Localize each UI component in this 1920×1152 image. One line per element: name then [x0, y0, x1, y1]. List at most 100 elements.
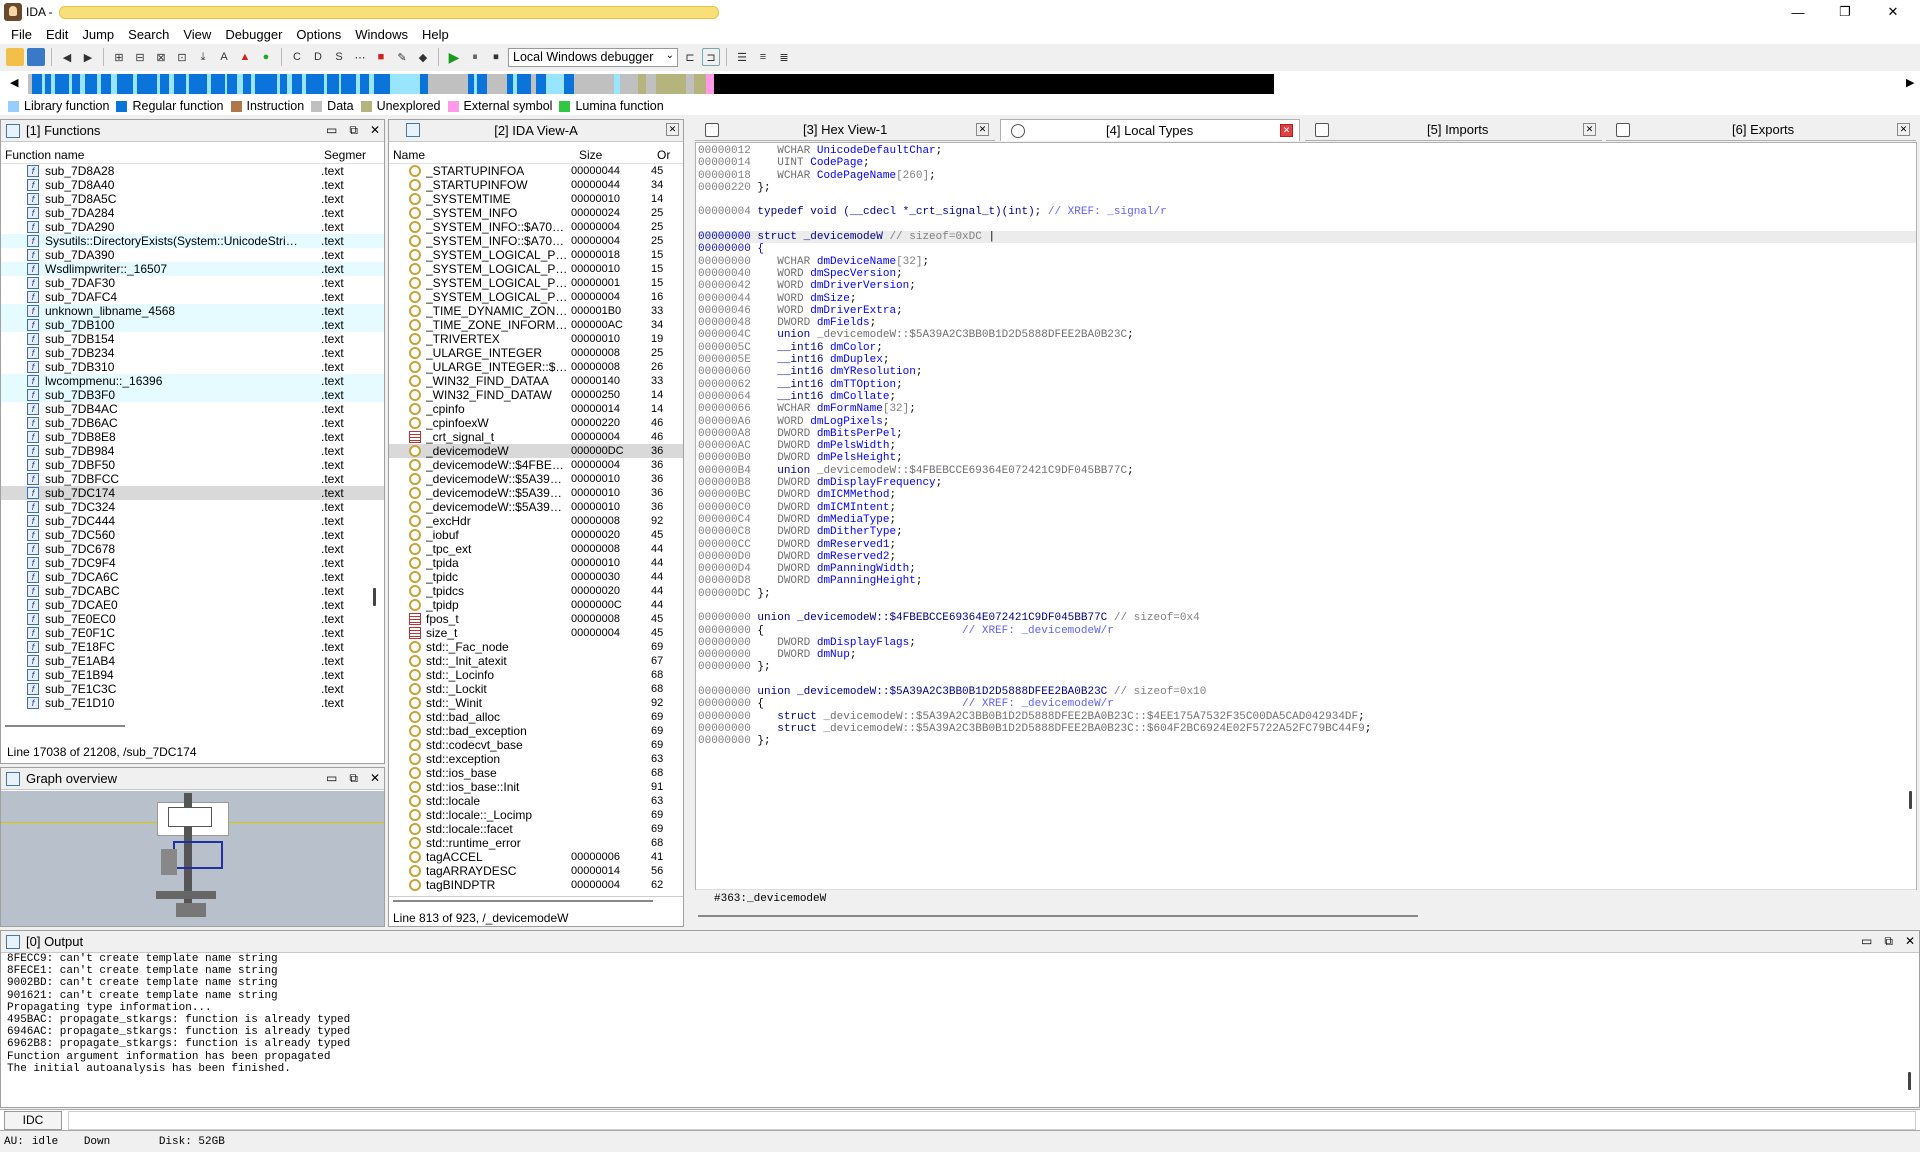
ida-view-hscroll[interactable]	[389, 896, 683, 906]
code-line[interactable]: 000000C8 DWORD dmDitherType;	[698, 526, 1916, 538]
code-line[interactable]: 00000000 struct _devicemodeW::$5A39A2C3B…	[698, 711, 1916, 723]
code-line[interactable]: 00000060 __int16 dmYResolution;	[698, 366, 1916, 378]
type-row[interactable]: _devicemodeW::$4FBE… 00000004 36	[389, 458, 683, 472]
navband-segment[interactable]	[714, 74, 1274, 94]
indent-icon[interactable]: ≡	[754, 48, 772, 66]
code-line[interactable]: 0000004C union _devicemodeW::$5A39A2C3BB…	[698, 329, 1916, 341]
type-row[interactable]: std::_Winit 92	[389, 696, 683, 710]
function-row[interactable]: f sub_7DB8E8 .text	[1, 430, 384, 444]
menu-view[interactable]: View	[176, 27, 218, 42]
navband-segment[interactable]	[280, 74, 287, 94]
tab-imports[interactable]: [5] Imports ✕	[1305, 119, 1602, 141]
maximize-panel-icon[interactable]: ▭	[1861, 934, 1872, 949]
code-line[interactable]: 00000040 WORD dmSpecVersion;	[698, 268, 1916, 280]
output-scrollbar[interactable]	[1908, 1072, 1911, 1090]
function-row[interactable]: f sub_7DB310 .text	[1, 360, 384, 374]
navband-segment[interactable]	[32, 74, 42, 94]
close-button[interactable]: ✕	[1870, 0, 1916, 24]
code-line[interactable]	[698, 194, 1916, 206]
function-row[interactable]: f sub_7D8A40 .text	[1, 178, 384, 192]
function-row[interactable]: f sub_7DA390 .text	[1, 248, 384, 262]
forward-icon[interactable]: ▶	[79, 48, 97, 66]
navband-segment[interactable]	[117, 74, 133, 94]
navband-segment[interactable]	[536, 74, 546, 94]
type-row[interactable]: fpos_t 00000008 45	[389, 612, 683, 626]
type-row[interactable]: _devicemodeW::$5A39… 00000010 36	[389, 500, 683, 514]
function-row[interactable]: f sub_7DB234 .text	[1, 346, 384, 360]
code-line[interactable]: 00000000 { // XREF: _devicemodeW/r	[698, 625, 1916, 637]
code-line[interactable]: 00000048 DWORD dmFields;	[698, 317, 1916, 329]
type-row[interactable]: std::ios_base::Init 91	[389, 780, 683, 794]
code-line[interactable]: 00000220 };	[698, 182, 1916, 194]
hex-view-icon[interactable]: ⊟	[131, 48, 149, 66]
type-row[interactable]: std::runtime_error 68	[389, 836, 683, 850]
array-icon[interactable]: ⋯	[351, 48, 369, 66]
col-other[interactable]: Or	[657, 148, 670, 162]
local-types-scrollbar[interactable]	[1909, 791, 1912, 809]
code-line[interactable]: 000000BC DWORD dmICMMethod;	[698, 489, 1916, 501]
code-line[interactable]: 000000D8 DWORD dmPanningHeight;	[698, 575, 1916, 587]
close-tab-icon[interactable]: ✕	[666, 123, 679, 136]
type-row[interactable]: _SYSTEM_LOGICAL_P… 00000018 15	[389, 248, 683, 262]
type-row[interactable]: std::bad_exception 69	[389, 724, 683, 738]
function-row[interactable]: f sub_7DB100 .text	[1, 318, 384, 332]
type-row[interactable]: _tpc_ext 00000008 44	[389, 542, 683, 556]
navband-segment[interactable]	[546, 74, 564, 94]
navband-segment[interactable]	[428, 74, 468, 94]
navband-segment[interactable]	[101, 74, 111, 94]
code-line[interactable]: 000000B0 DWORD dmPelsHeight;	[698, 452, 1916, 464]
tab-local-types[interactable]: [4] Local Types ✕	[1000, 119, 1300, 141]
pause-icon[interactable]: ⏸	[466, 48, 484, 66]
menu-search[interactable]: Search	[121, 27, 176, 42]
diamond-icon[interactable]: ◆	[414, 48, 432, 66]
type-row[interactable]: _iobuf 00000020 45	[389, 528, 683, 542]
col-function-name[interactable]: Function name	[1, 148, 324, 162]
function-row[interactable]: f sub_7DCAE0 .text	[1, 598, 384, 612]
navband-segment[interactable]	[517, 74, 531, 94]
attach-icon[interactable]: ⊏	[681, 48, 699, 66]
navband-segment[interactable]	[211, 74, 225, 94]
navband-segment[interactable]	[706, 74, 714, 94]
local-types-hscroll[interactable]	[698, 915, 1418, 917]
type-row[interactable]: std::exception 63	[389, 752, 683, 766]
navband-segment[interactable]	[374, 74, 390, 94]
type-row[interactable]: _tpida 00000010 44	[389, 556, 683, 570]
close-tab-icon[interactable]: ✕	[1583, 123, 1596, 136]
navband-segment[interactable]	[656, 74, 686, 94]
navband-segment[interactable]	[85, 74, 97, 94]
function-row[interactable]: f sub_7E1C3C .text	[1, 682, 384, 696]
function-row[interactable]: f sub_7DB154 .text	[1, 332, 384, 346]
nav-right-arrow-icon[interactable]: ▶	[1906, 76, 1914, 89]
navigation-band[interactable]: ◀ ▶	[0, 71, 1920, 99]
code-line[interactable]: 00000018 WCHAR CodePageName[260];	[698, 170, 1916, 182]
maximize-panel-icon[interactable]: ▭	[326, 123, 337, 138]
code-line[interactable]: 000000AC DWORD dmPelsWidth;	[698, 440, 1916, 452]
navband-segment[interactable]	[72, 74, 80, 94]
code-line[interactable]: 00000064 __int16 dmCollate;	[698, 391, 1916, 403]
output-log[interactable]: 8FECC9: can't create template name strin…	[1, 953, 1919, 1081]
type-row[interactable]: _TIME_DYNAMIC_ZON… 000001B0 33	[389, 304, 683, 318]
navband-segment[interactable]	[638, 74, 646, 94]
function-row[interactable]: f sub_7DCABC .text	[1, 584, 384, 598]
command-input[interactable]	[68, 1111, 1916, 1130]
breakpoint-icon[interactable]: ▲	[236, 48, 254, 66]
code-line[interactable]: 000000B4 union _devicemodeW::$4FBEBCCE69…	[698, 465, 1916, 477]
close-tab-icon[interactable]: ✕	[1280, 124, 1293, 137]
code-line[interactable]: 0000005E __int16 dmDuplex;	[698, 354, 1916, 366]
functions-list[interactable]: f sub_7D8A28 .text f sub_7D8A40 .text f sub_7D8…	[1, 164, 384, 710]
function-row[interactable]: f sub_7D8A28 .text	[1, 164, 384, 178]
maximize-button[interactable]: ❐	[1822, 0, 1868, 24]
navband-segment[interactable]	[306, 74, 324, 94]
function-row[interactable]: f sub_7E1AB4 .text	[1, 654, 384, 668]
code-line[interactable]: 00000000 union _devicemodeW::$5A39A2C3BB…	[698, 686, 1916, 698]
col-name[interactable]: Name	[389, 148, 579, 162]
nav-left-arrow-icon[interactable]: ◀	[10, 76, 18, 89]
type-row[interactable]: _crt_signal_t 00000004 46	[389, 430, 683, 444]
code-line[interactable]: 00000000 };	[698, 735, 1916, 747]
code-line[interactable]: 00000046 WORD dmDriverExtra;	[698, 305, 1916, 317]
save-icon[interactable]	[27, 48, 45, 66]
navband-segment[interactable]	[390, 74, 420, 94]
structs-icon[interactable]: ⊠	[152, 48, 170, 66]
ida-view-scrollbar[interactable]	[683, 770, 684, 800]
undefine-icon[interactable]: ■	[372, 48, 390, 66]
